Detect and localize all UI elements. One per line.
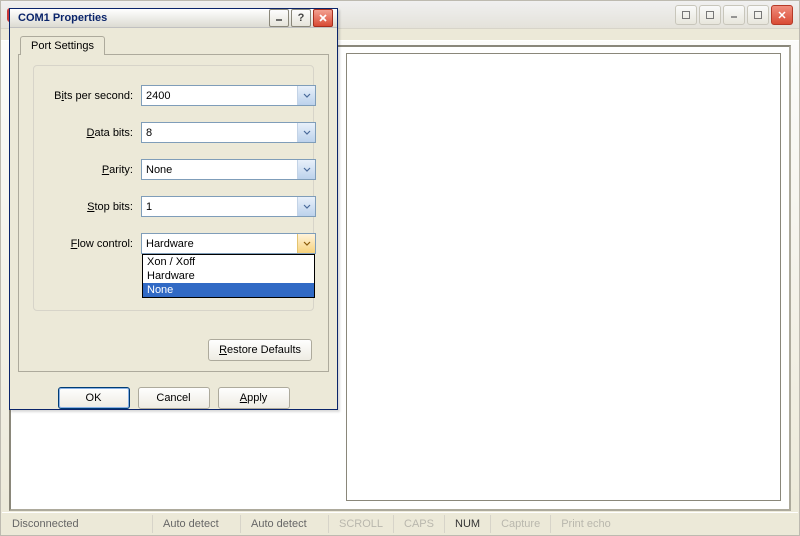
dialog-minimize-button[interactable]	[269, 9, 289, 27]
chevron-down-icon[interactable]	[297, 160, 315, 179]
combo-stop-bits[interactable]: 1	[141, 196, 316, 217]
status-caps: CAPS	[393, 515, 444, 533]
status-detect-2: Auto detect	[240, 515, 328, 533]
status-bar: Disconnected Auto detect Auto detect SCR…	[2, 512, 798, 534]
ok-button[interactable]: OK	[58, 387, 130, 409]
status-printecho: Print echo	[550, 515, 621, 533]
row-data-bits: Data bits: 8	[31, 122, 316, 143]
combo-flow-control[interactable]: Hardware Xon / XoffHardwareNone	[141, 233, 316, 254]
com1-properties-dialog: COM1 Properties ? Port Settings Bits per…	[9, 8, 338, 410]
chevron-down-icon[interactable]	[297, 86, 315, 105]
chevron-down-icon[interactable]	[297, 123, 315, 142]
terminal-area[interactable]	[346, 53, 781, 501]
combo-bits-per-second[interactable]: 2400	[141, 85, 316, 106]
label-stop-bits: Stop bits:	[31, 201, 141, 213]
cancel-button[interactable]: Cancel	[138, 387, 210, 409]
status-capture: Capture	[490, 515, 550, 533]
maximize-button[interactable]	[747, 5, 769, 25]
aux-button-1[interactable]	[675, 5, 697, 25]
restore-defaults-button[interactable]: Restore Defaults	[208, 339, 312, 361]
dialog-titlebar[interactable]: COM1 Properties ?	[10, 9, 337, 28]
combo-data-bits[interactable]: 8	[141, 122, 316, 143]
status-connection: Disconnected	[2, 515, 152, 533]
label-parity: Parity:	[31, 164, 141, 176]
label-flow-control: Flow control:	[31, 238, 141, 250]
flow-control-dropdown[interactable]: Xon / XoffHardwareNone	[142, 254, 315, 298]
dialog-help-button[interactable]: ?	[291, 9, 311, 27]
minimize-button[interactable]	[723, 5, 745, 25]
row-flow-control: Flow control: Hardware Xon / XoffHardwar…	[31, 233, 316, 254]
tab-port-settings[interactable]: Port Settings	[20, 36, 105, 55]
row-bits-per-second: Bits per second: 2400	[31, 85, 316, 106]
chevron-down-icon[interactable]	[297, 197, 315, 216]
dialog-title: COM1 Properties	[18, 12, 267, 24]
label-bits-per-second: Bits per second:	[31, 90, 141, 102]
dialog-close-button[interactable]	[313, 9, 333, 27]
chevron-down-icon[interactable]	[297, 234, 315, 253]
label-data-bits: Data bits:	[31, 127, 141, 139]
aux-button-2[interactable]	[699, 5, 721, 25]
combo-parity[interactable]: None	[141, 159, 316, 180]
tab-panel: Bits per second: 2400 Data bits: 8	[18, 54, 329, 372]
apply-button[interactable]: Apply	[218, 387, 290, 409]
close-button[interactable]	[771, 5, 793, 25]
svg-text:?: ?	[298, 13, 305, 23]
status-detect-1: Auto detect	[152, 515, 240, 533]
row-parity: Parity: None	[31, 159, 316, 180]
dialog-button-row: OK Cancel Apply	[10, 380, 337, 418]
flow-control-option[interactable]: Hardware	[143, 269, 314, 283]
row-stop-bits: Stop bits: 1	[31, 196, 316, 217]
status-num: NUM	[444, 515, 490, 533]
status-scroll: SCROLL	[328, 515, 393, 533]
flow-control-option[interactable]: None	[143, 283, 314, 297]
flow-control-option[interactable]: Xon / Xoff	[143, 255, 314, 269]
